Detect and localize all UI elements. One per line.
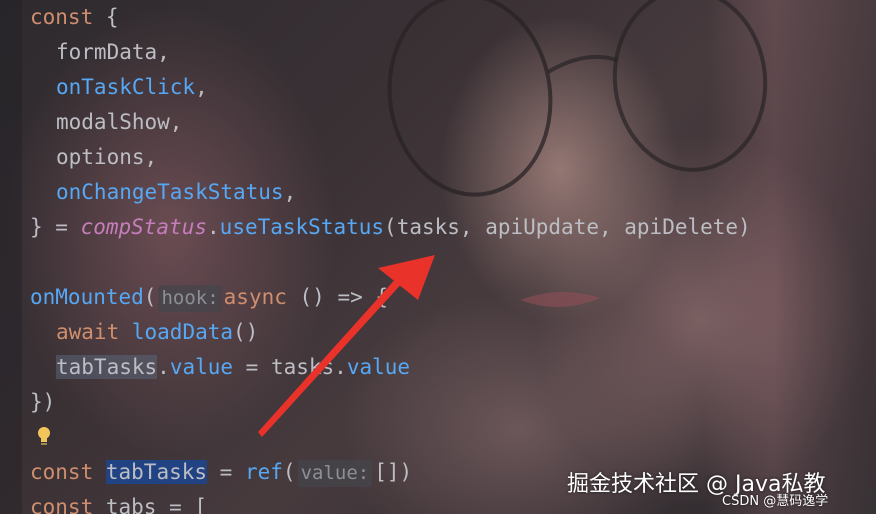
code-editor[interactable]: const { formData, onTaskClick, modalShow… — [0, 0, 876, 514]
red-arrow-annotation — [258, 255, 435, 437]
csdn-watermark: CSDN @慧码逸学 — [722, 494, 829, 509]
